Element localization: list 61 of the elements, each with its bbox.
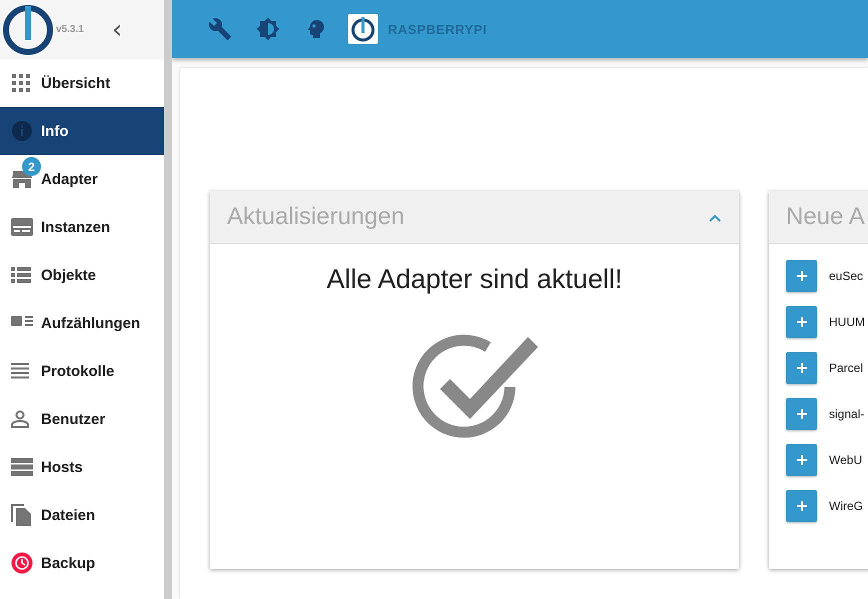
adapter-name: HUUM: [829, 315, 865, 329]
nav-item[interactable]: Objekte: [0, 251, 164, 299]
chevron-up-icon: [709, 214, 721, 222]
plus-icon: [796, 501, 806, 511]
nav-label: Backup: [41, 554, 96, 572]
version-label: v5.3.1: [56, 24, 84, 35]
card-title: Neue A: [786, 203, 865, 231]
nav-label: Übersicht: [41, 74, 110, 92]
adapter-name: signal-: [829, 407, 864, 421]
nav-item[interactable]: Benutzer: [0, 395, 164, 443]
nav-item[interactable]: Übersicht: [0, 59, 164, 107]
collapse-button[interactable]: ‹: [108, 16, 126, 42]
count-badge: 2: [22, 157, 41, 176]
logo-icon: [2, 4, 54, 56]
adapter-name: WebU: [829, 453, 862, 467]
plus-icon: [796, 455, 806, 465]
lines-icon: [11, 363, 29, 379]
adapter-name: Parcel: [829, 361, 864, 375]
nav-label: Instanzen: [41, 218, 110, 236]
instances-icon: [11, 218, 33, 236]
plus-icon: [796, 409, 806, 419]
brightness-icon[interactable]: [256, 17, 280, 41]
nav-label: Protokolle: [41, 362, 114, 380]
add-button[interactable]: [786, 352, 817, 384]
add-button[interactable]: [786, 444, 817, 476]
add-button[interactable]: [786, 260, 817, 292]
info-icon: [11, 120, 33, 142]
files-icon: [11, 504, 31, 526]
nav-item[interactable]: Dateien: [0, 491, 164, 539]
plus-icon: [796, 317, 806, 327]
clock-icon: [11, 552, 33, 574]
add-button[interactable]: [786, 490, 817, 522]
adapter-name: WireG: [829, 499, 863, 513]
nav-label: Hosts: [41, 458, 83, 476]
card-title: Aktualisierungen: [227, 203, 404, 231]
plus-icon: [796, 363, 806, 373]
nav-item[interactable]: Aufzählungen: [0, 299, 164, 347]
plus-icon: [796, 271, 806, 281]
nav-item[interactable]: Backup: [0, 539, 164, 587]
nav-item[interactable]: Instanzen: [0, 203, 164, 251]
grid-icon: [11, 73, 31, 93]
person-icon: [11, 410, 29, 428]
status-message: Alle Adapter sind aktuell!: [326, 264, 622, 295]
add-button[interactable]: [786, 306, 817, 338]
add-button[interactable]: [786, 398, 817, 430]
nav-item[interactable]: Info: [0, 107, 164, 155]
nav-label: Objekte: [41, 266, 96, 284]
nav-label: Dateien: [41, 506, 96, 524]
scrollbar[interactable]: [164, 0, 172, 599]
logo-icon: [348, 14, 378, 44]
nav-label: Info: [41, 122, 68, 140]
adapter-name: euSec: [829, 269, 864, 283]
nav-item[interactable]: Protokolle: [0, 347, 164, 395]
nav-label: Benutzer: [41, 410, 106, 428]
nav-item[interactable]: 2 Adapter: [0, 155, 164, 203]
wrench-icon[interactable]: [208, 17, 232, 41]
nav-item[interactable]: Hosts: [0, 443, 164, 491]
list-icon: [11, 267, 31, 283]
nav-label: Adapter: [41, 170, 98, 188]
nav-label: Aufzählungen: [41, 314, 140, 332]
server-icon: [11, 458, 33, 476]
